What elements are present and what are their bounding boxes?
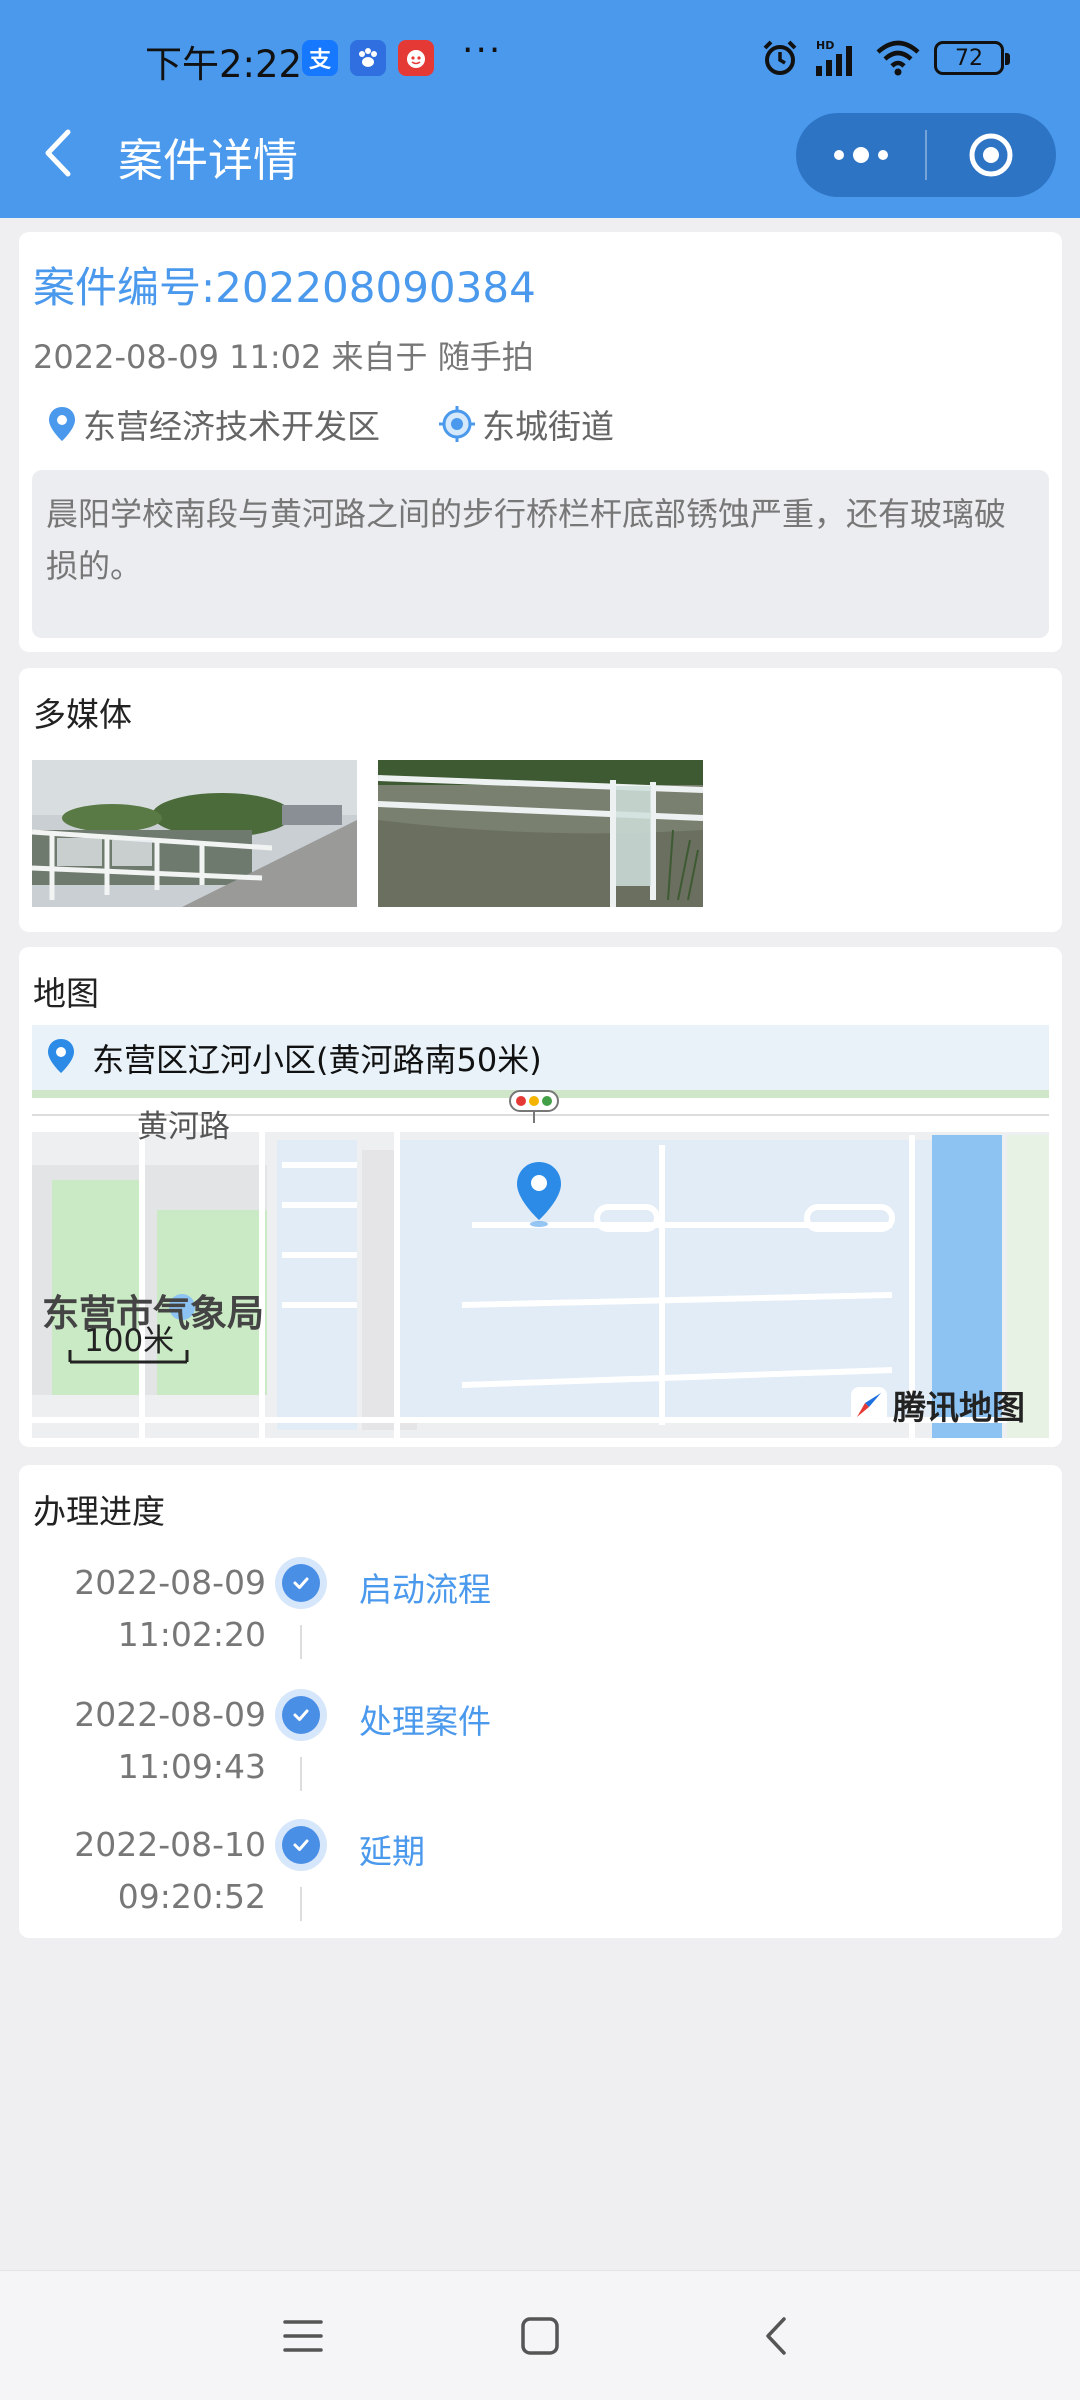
media-photo-1[interactable] xyxy=(32,760,357,907)
network-hd-label: HD xyxy=(816,39,834,52)
step-datetime: 2022-08-09 11:02:20 xyxy=(74,1557,266,1661)
timeline-step: 2022-08-10 09:20:52 延期 xyxy=(19,1819,1062,1951)
system-nav-bar xyxy=(0,2270,1080,2400)
top-bar: 下午2:22 支 ··· HD 72 案件详情 xyxy=(0,0,1080,218)
step-connector xyxy=(300,1625,302,1659)
more-notifications-icon: ··· xyxy=(462,30,503,71)
close-mini-program-button[interactable] xyxy=(927,113,1056,197)
alarm-icon xyxy=(763,40,797,75)
map-road-label: 黄河路 xyxy=(137,1109,230,1145)
timeline-step: 2022-08-09 11:02:20 启动流程 xyxy=(19,1557,1062,1689)
alipay-icon: 支 xyxy=(302,40,338,76)
map-brand-label: 腾讯地图 xyxy=(893,1388,1025,1427)
progress-card: 办理进度 2022-08-09 11:02:20 启动流程 2022-08-09 1… xyxy=(19,1465,1062,1938)
menu-icon xyxy=(283,2320,323,2352)
home-button[interactable] xyxy=(515,2311,565,2361)
step-date: 2022-08-09 xyxy=(74,1695,266,1734)
page-title: 案件详情 xyxy=(118,134,299,187)
map-view[interactable]: 东营区辽河小区(黄河路南50米) 黄河路 东营市气象局 100米 腾讯地图 xyxy=(32,1025,1049,1438)
step-connector xyxy=(300,1757,302,1791)
media-photo-2[interactable] xyxy=(378,760,703,907)
map-pin-icon xyxy=(49,407,75,441)
district-label: 东营经济技术开发区 xyxy=(83,407,380,446)
step-date: 2022-08-09 xyxy=(74,1563,266,1602)
step-check-icon xyxy=(275,1557,327,1609)
progress-title: 办理进度 xyxy=(33,1492,165,1531)
battery-icon: 72 xyxy=(934,41,1010,75)
step-connector xyxy=(300,1887,302,1921)
step-label[interactable]: 处理案件 xyxy=(359,1695,491,1743)
system-back-button[interactable] xyxy=(752,2311,802,2361)
step-time: 09:20:52 xyxy=(117,1877,266,1916)
step-time: 11:09:43 xyxy=(117,1747,266,1786)
media-title: 多媒体 xyxy=(33,695,132,734)
step-datetime: 2022-08-10 09:20:52 xyxy=(74,1819,266,1923)
map-location-label: 东营区辽河小区(黄河路南50米) xyxy=(92,1041,542,1079)
more-dots-icon xyxy=(833,147,888,163)
step-check-icon xyxy=(275,1689,327,1741)
location-pin-icon xyxy=(48,1039,74,1073)
mini-program-capsule xyxy=(796,113,1056,197)
step-date: 2022-08-10 xyxy=(74,1825,266,1864)
back-arrow-icon xyxy=(766,2317,786,2355)
step-check-icon xyxy=(275,1819,327,1871)
step-datetime: 2022-08-09 11:09:43 xyxy=(74,1689,266,1793)
status-time: 下午2:22 xyxy=(145,43,303,86)
case-meta: 2022-08-09 11:02 来自于 随手拍 xyxy=(33,338,534,376)
map-scale-label: 100米 xyxy=(84,1323,175,1359)
map-title: 地图 xyxy=(33,974,99,1013)
street-label: 东城街道 xyxy=(482,407,614,446)
step-time: 11:02:20 xyxy=(117,1615,266,1654)
street-tag: 东城街道 xyxy=(438,400,614,448)
recent-apps-button[interactable] xyxy=(278,2311,328,2361)
status-bar: 下午2:22 支 ··· HD 72 xyxy=(0,0,1080,110)
step-label[interactable]: 延期 xyxy=(359,1825,425,1873)
timeline-step: 2022-08-09 11:09:43 处理案件 xyxy=(19,1689,1062,1821)
step-label[interactable]: 启动流程 xyxy=(359,1563,491,1611)
signal-icon: HD xyxy=(816,39,852,76)
compass-icon xyxy=(851,1387,887,1423)
chevron-left-icon xyxy=(45,129,71,177)
back-button[interactable] xyxy=(38,126,78,180)
media-card: 多媒体 xyxy=(19,668,1062,932)
wifi-icon xyxy=(876,40,920,76)
more-menu-button[interactable] xyxy=(796,113,925,197)
map-marker-icon xyxy=(517,1162,561,1227)
case-number: 案件编号:202208090384 xyxy=(33,263,536,312)
baidu-icon xyxy=(350,40,386,76)
tencent-map-logo: 腾讯地图 xyxy=(851,1381,1025,1429)
news-app-icon xyxy=(398,40,434,76)
district-tag: 东营经济技术开发区 xyxy=(47,400,380,448)
home-square-icon xyxy=(521,2317,559,2355)
case-info-card: 案件编号:202208090384 2022-08-09 11:02 来自于 随… xyxy=(19,232,1062,652)
location-tags: 东营经济技术开发区 东城街道 xyxy=(47,400,614,448)
map-card: 地图 东营区辽河小区(黄河路南50米) 黄河路 东营市气象局 100米 腾讯地图 xyxy=(19,947,1062,1447)
locate-icon xyxy=(439,406,475,442)
system-icons: HD 72 xyxy=(760,38,1010,78)
notification-icons: 支 xyxy=(302,40,434,76)
case-description: 晨阳学校南段与黄河路之间的步行桥栏杆底部锈蚀严重，还有玻璃破损的。 xyxy=(32,470,1049,638)
target-circle-icon xyxy=(969,133,1013,177)
